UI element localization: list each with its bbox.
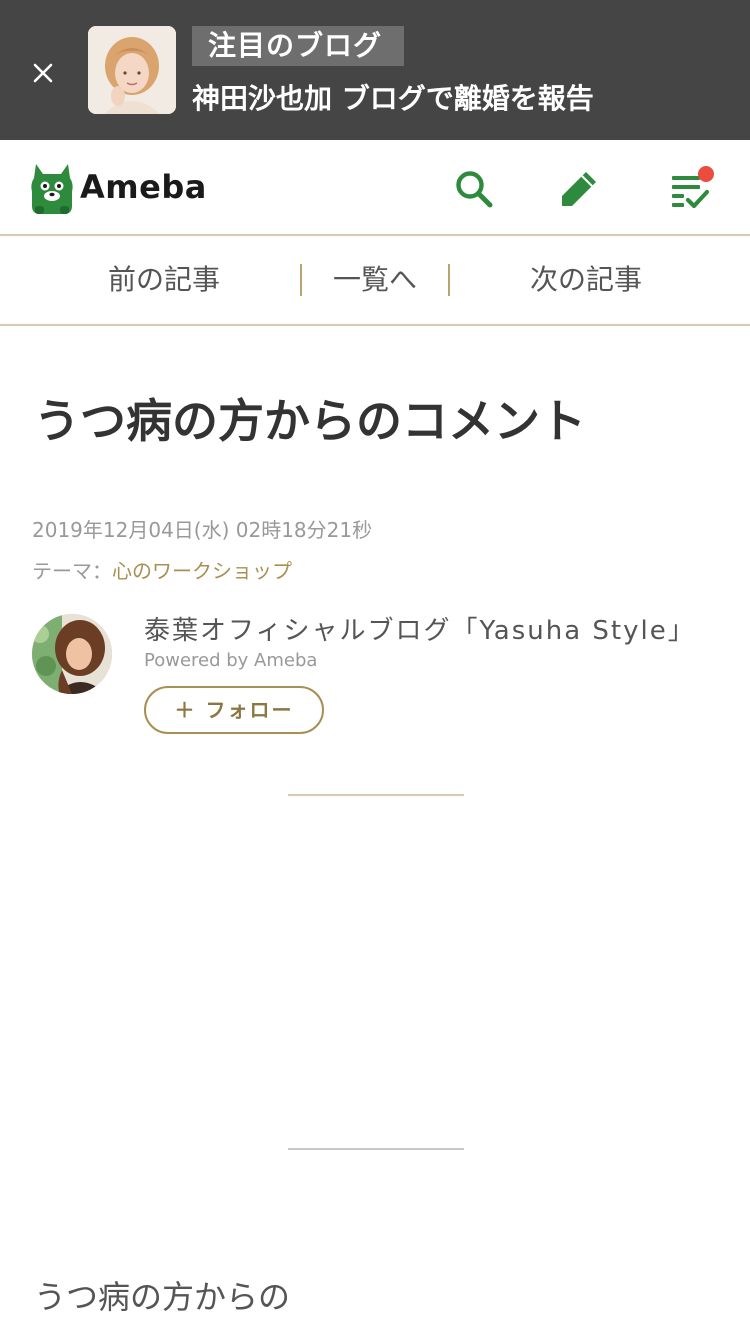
nav-divider xyxy=(300,264,302,296)
powered-by-text: Powered by Ameba xyxy=(144,650,318,671)
prev-article-link[interactable]: 前の記事 xyxy=(30,236,298,324)
notification-badge xyxy=(698,166,714,182)
author-avatar[interactable] xyxy=(32,614,112,694)
next-article-link[interactable]: 次の記事 xyxy=(452,236,720,324)
ameba-logo[interactable]: Ameba xyxy=(30,160,206,216)
section-divider xyxy=(288,794,464,796)
nav-divider xyxy=(448,264,450,296)
blog-name[interactable]: 泰葉オフィシャルブログ「Yasuha Style」 xyxy=(144,610,740,647)
promo-tag: 注目のブログ xyxy=(192,26,404,66)
promo-headline[interactable]: 神田沙也加 ブログで離婚を報告 xyxy=(192,80,732,118)
follow-button[interactable]: ＋ フォロー xyxy=(144,686,324,734)
close-icon[interactable] xyxy=(26,56,60,90)
ameba-mascot-icon xyxy=(31,164,73,214)
search-icon[interactable] xyxy=(453,168,495,210)
section-divider xyxy=(288,1148,464,1150)
theme-link[interactable]: 心のワークショップ xyxy=(112,559,292,583)
pencil-icon[interactable] xyxy=(558,168,600,210)
article-title: うつ病の方からのコメント xyxy=(34,394,586,448)
promo-thumbnail[interactable] xyxy=(88,26,176,114)
article-theme: テーマ：心のワークショップ xyxy=(32,555,292,584)
article-body-text: うつ病の方からの xyxy=(34,1278,291,1316)
article-navigation: 前の記事 一覧へ 次の記事 xyxy=(0,236,750,326)
site-header: Ameba xyxy=(0,140,750,236)
article-list-link[interactable]: 一覧へ xyxy=(304,236,446,324)
promo-banner[interactable]: 注目のブログ 神田沙也加 ブログで離婚を報告 xyxy=(0,0,750,140)
article-date: 2019年12月04日(水) 02時18分21秒 xyxy=(32,518,373,542)
theme-label: テーマ： xyxy=(32,559,112,583)
logo-text: Ameba xyxy=(80,168,207,206)
